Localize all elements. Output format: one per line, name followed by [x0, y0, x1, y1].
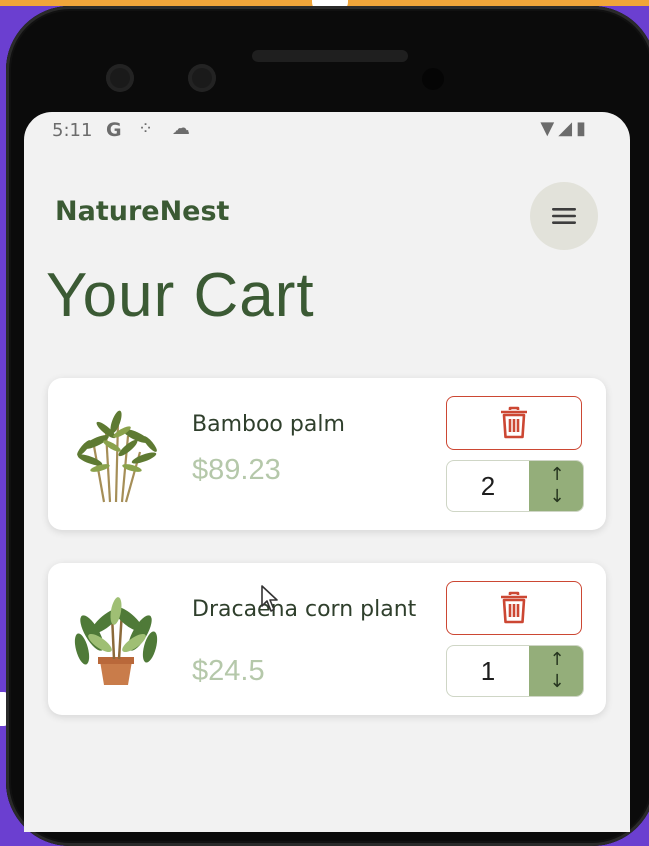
cart-item-name: Bamboo palm: [192, 412, 345, 437]
app-screen: 5:11 G ⁘ ☁ ▼◢▮ NatureNest Your Cart Bamb…: [24, 112, 630, 832]
page-title: Your Cart: [46, 261, 315, 330]
delete-item-button[interactable]: [446, 581, 582, 635]
decrease-arrow-icon[interactable]: ↓: [529, 486, 583, 508]
trash-icon: [501, 406, 527, 439]
dracaena-plant-image: [74, 597, 158, 685]
menu-button[interactable]: [530, 182, 598, 250]
hamburger-menu-icon: [552, 208, 576, 224]
cart-item-price: $24.5: [192, 655, 265, 687]
status-time: 5:11: [52, 120, 93, 141]
trash-icon: [501, 591, 527, 624]
status-right-icons: ▼◢▮: [540, 118, 590, 139]
quantity-stepper: 1 ↑ ↓: [446, 645, 584, 697]
signal-dots-icon: ⁘: [138, 118, 154, 139]
battery-icon: ▮: [576, 118, 590, 139]
decrease-arrow-icon[interactable]: ↓: [529, 671, 583, 693]
bamboo-palm-image: [77, 410, 157, 503]
quantity-stepper: 2 ↑ ↓: [446, 460, 584, 512]
quantity-arrows[interactable]: ↑ ↓: [529, 461, 583, 511]
quantity-arrows[interactable]: ↑ ↓: [529, 646, 583, 696]
google-icon: G: [106, 119, 122, 141]
front-sensor-1: [106, 64, 134, 92]
increase-arrow-icon[interactable]: ↑: [529, 464, 583, 486]
mouse-pointer-icon: [261, 585, 278, 612]
quantity-value[interactable]: 1: [447, 646, 529, 696]
earpiece-speaker: [252, 50, 408, 62]
cart-item-card: Dracaena corn plant $24.5 1 ↑ ↓: [48, 563, 606, 715]
increase-arrow-icon[interactable]: ↑: [529, 649, 583, 671]
brand-name: NatureNest: [55, 196, 230, 227]
cloud-icon: ☁: [172, 118, 190, 139]
cart-item-card: Bamboo palm $89.23 2 ↑ ↓: [48, 378, 606, 530]
wifi-icon: ▼: [540, 118, 559, 139]
cart-item-price: $89.23: [192, 454, 281, 486]
cell-icon: ◢: [558, 118, 577, 139]
front-camera: [422, 68, 444, 90]
quantity-value[interactable]: 2: [447, 461, 529, 511]
front-sensor-2: [188, 64, 216, 92]
cart-item-name: Dracaena corn plant: [192, 597, 417, 622]
delete-item-button[interactable]: [446, 396, 582, 450]
status-bar: 5:11 G ⁘ ☁ ▼◢▮: [24, 112, 630, 152]
